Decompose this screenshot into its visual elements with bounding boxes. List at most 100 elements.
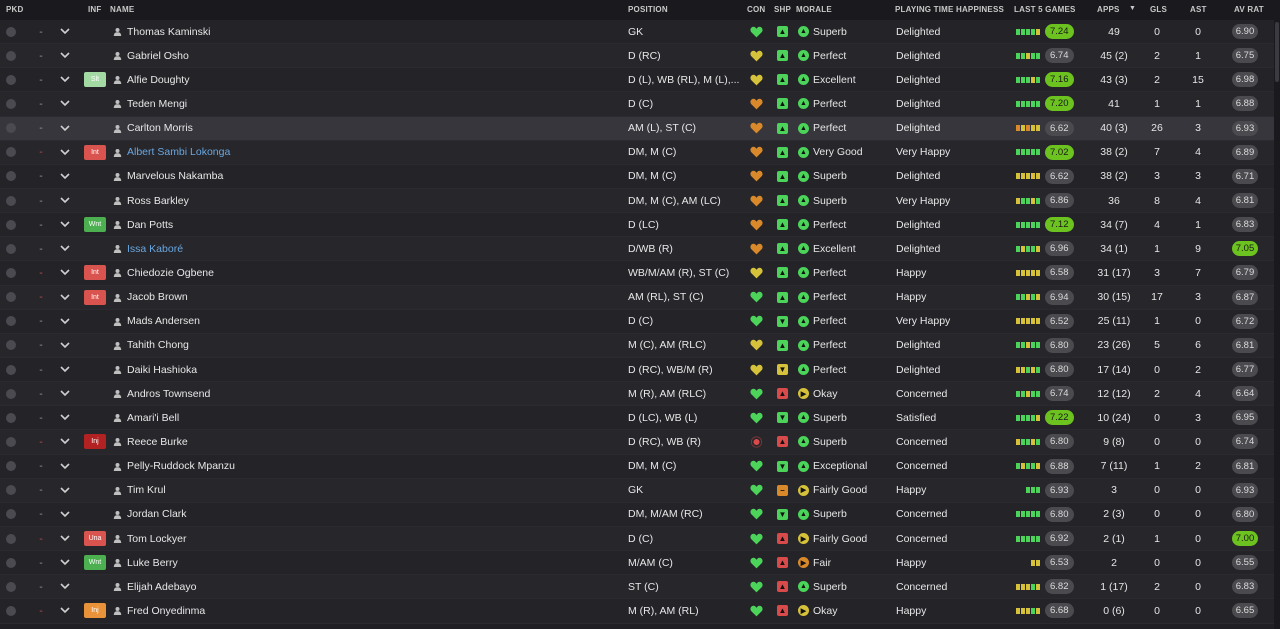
chevron-down-icon[interactable] [60,20,72,43]
player-name[interactable]: Albert Sambi Lokonga [127,141,230,164]
scrollbar-thumb[interactable] [1275,22,1279,82]
col-gls-header[interactable]: GLS [1150,5,1167,14]
chevron-down-icon[interactable] [60,479,72,502]
chevron-down-icon[interactable] [60,141,72,164]
picked-toggle[interactable] [6,527,18,550]
picked-toggle[interactable] [6,44,18,67]
table-row[interactable]: - Int Jacob Brown AM (RL), ST (C) ▲ ▲ Per… [0,285,1274,310]
col-position-header[interactable]: POSITION [628,5,668,14]
picked-toggle[interactable] [6,92,18,115]
table-row[interactable]: - Una Tom Lockyer D (C) ▲ ▶ Fairly Good C… [0,526,1274,552]
col-name-header[interactable]: NAME [110,5,134,14]
chevron-down-icon[interactable] [60,117,72,140]
table-row[interactable]: - Ross Barkley DM, M (C), AM (LC) ▲ ▲ Sup… [0,188,1274,214]
col-pth-header[interactable]: PLAYING TIME HAPPINESS [895,5,1004,14]
table-row[interactable]: - Tim Krul GK – ▶ Fairly Good Happy 6.93 … [0,478,1274,503]
player-name[interactable]: Mads Andersen [127,310,200,333]
picked-toggle[interactable] [6,165,18,188]
picked-toggle[interactable] [6,141,18,164]
table-row[interactable]: - Marvelous Nakamba DM, M (C) ▲ ▲ Superb … [0,164,1274,189]
selection-status[interactable]: - [36,92,46,115]
chevron-down-icon[interactable] [60,261,72,284]
player-name[interactable]: Fred Onyedinma [127,599,205,622]
player-name[interactable]: Thomas Kaminski [127,20,210,43]
col-pkd-header[interactable]: PKD [6,5,24,14]
chevron-down-icon[interactable] [60,334,72,357]
picked-toggle[interactable] [6,358,18,381]
player-name[interactable]: Daiki Hashioka [127,358,197,381]
table-row[interactable]: - Wnt Luke Berry M/AM (C) ▲ ▶ Fair Happy … [0,551,1274,576]
chevron-down-icon[interactable] [60,358,72,381]
chevron-down-icon[interactable] [60,310,72,333]
picked-toggle[interactable] [6,575,18,598]
table-row[interactable]: - Jordan Clark DM, M/AM (RC) ▼ ▲ Superb C… [0,502,1274,527]
selection-status[interactable]: - [36,237,46,260]
chevron-down-icon[interactable] [60,527,72,550]
table-row[interactable]: - Carlton Morris AM (L), ST (C) ▲ ▲ Perfe… [0,116,1274,141]
chevron-down-icon[interactable] [60,44,72,67]
chevron-down-icon[interactable] [60,503,72,526]
table-row[interactable]: - Int Chiedozie Ogbene WB/M/AM (R), ST (… [0,261,1274,286]
col-morale-header[interactable]: MORALE [796,5,832,14]
picked-toggle[interactable] [6,599,18,622]
col-apps-header[interactable]: APPS [1097,5,1120,14]
picked-toggle[interactable] [6,68,18,91]
chevron-down-icon[interactable] [60,213,72,236]
chevron-down-icon[interactable] [60,599,72,622]
player-name[interactable]: Alfie Doughty [127,68,189,91]
col-last5-header[interactable]: LAST 5 GAMES [1014,5,1076,14]
player-name[interactable]: Andros Townsend [127,382,210,405]
selection-status[interactable]: - [36,213,46,236]
selection-status[interactable]: - [36,189,46,212]
player-name[interactable]: Reece Burke [127,430,188,453]
player-name[interactable]: Tahith Chong [127,334,189,357]
col-ast-header[interactable]: AST [1190,5,1207,14]
player-name[interactable]: Tom Lockyer [127,527,187,550]
selection-status[interactable]: - [36,382,46,405]
selection-status[interactable]: - [36,117,46,140]
table-row[interactable]: - Teden Mengi D (C) ▲ ▲ Perfect Delighted… [0,92,1274,117]
col-shp-header[interactable]: SHP [774,5,791,14]
chevron-down-icon[interactable] [60,430,72,453]
picked-toggle[interactable] [6,20,18,43]
selection-status[interactable]: - [36,430,46,453]
chevron-down-icon[interactable] [60,286,72,309]
selection-status[interactable]: - [36,310,46,333]
picked-toggle[interactable] [6,237,18,260]
col-inf-header[interactable]: INF [88,5,102,14]
chevron-down-icon[interactable] [60,575,72,598]
table-row[interactable]: - Wnt Dan Potts D (LC) ▲ ▲ Perfect Deligh… [0,213,1274,238]
col-avrat-header[interactable]: AV RAT [1234,5,1264,14]
picked-toggle[interactable] [6,261,18,284]
player-name[interactable]: Pelly-Ruddock Mpanzu [127,455,235,478]
picked-toggle[interactable] [6,406,18,429]
table-row[interactable]: - Daiki Hashioka D (RC), WB/M (R) ▼ ▲ Per… [0,357,1274,383]
picked-toggle[interactable] [6,310,18,333]
table-row[interactable]: - Thomas Kaminski GK ▲ ▲ Superb Delighted… [0,20,1274,45]
table-row[interactable]: - Slt Alfie Doughty D (L), WB (RL), M (L… [0,68,1274,93]
player-name[interactable]: Luke Berry [127,551,178,574]
chevron-down-icon[interactable] [60,237,72,260]
player-name[interactable]: Jordan Clark [127,503,187,526]
selection-status[interactable]: - [36,358,46,381]
selection-status[interactable]: - [36,527,46,550]
chevron-down-icon[interactable] [60,551,72,574]
player-name[interactable]: Issa Kaboré [127,237,183,260]
table-row[interactable]: - Amari'i Bell D (LC), WB (L) ▼ ▲ Superb … [0,406,1274,431]
table-row[interactable]: - Elijah Adebayo ST (C) ▲ ▲ Superb Concer… [0,575,1274,600]
selection-status[interactable]: - [36,334,46,357]
selection-status[interactable]: - [36,455,46,478]
selection-status[interactable]: - [36,406,46,429]
table-row[interactable]: - Issa Kaboré D/WB (R) ▲ ▲ Excellent Deli… [0,237,1274,262]
chevron-down-icon[interactable] [60,68,72,91]
picked-toggle[interactable] [6,455,18,478]
selection-status[interactable]: - [36,599,46,622]
table-row[interactable]: - Tahith Chong M (C), AM (RLC) ▲ ▲ Perfec… [0,333,1274,358]
table-row[interactable]: - Gabriel Osho D (RC) ▲ ▲ Perfect Delight… [0,44,1274,69]
table-row[interactable]: - Mads Andersen D (C) ▼ ▲ Perfect Very Ha… [0,309,1274,334]
chevron-down-icon[interactable] [60,455,72,478]
selection-status[interactable]: - [36,20,46,43]
selection-status[interactable]: - [36,68,46,91]
player-name[interactable]: Jacob Brown [127,286,188,309]
chevron-down-icon[interactable] [60,92,72,115]
